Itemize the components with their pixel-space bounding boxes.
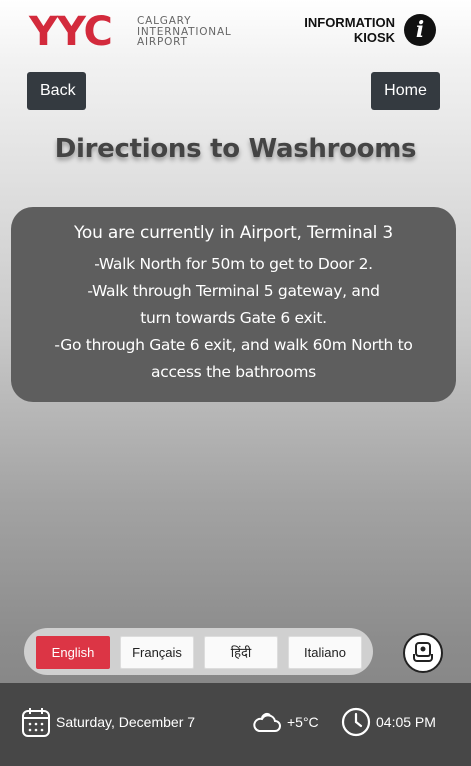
- direction-step-2: -Walk through Terminal 5 gateway, and tu…: [87, 282, 380, 327]
- directions-steps: -Walk North for 50m to get to Door 2. -W…: [11, 251, 456, 386]
- language-italian-button[interactable]: Italiano: [288, 636, 362, 669]
- time-text: 04:05 PM: [376, 714, 436, 730]
- footer-time: 04:05 PM: [341, 705, 436, 739]
- page-title: Directions to Washrooms: [54, 134, 417, 164]
- kiosk-label: INFORMATION KIOSK: [304, 15, 395, 45]
- language-hindi-button[interactable]: हिंदी: [204, 636, 278, 669]
- calendar-icon: [22, 708, 50, 737]
- clock-icon: [341, 707, 371, 737]
- footer-date: Saturday, December 7: [21, 705, 195, 739]
- home-button[interactable]: Home: [371, 72, 440, 110]
- airport-logo-name: CALGARY INTERNATIONAL AIRPORT: [137, 16, 232, 48]
- language-french-button[interactable]: Français: [120, 636, 194, 669]
- footer-weather: +5°C: [250, 705, 319, 739]
- info-icon[interactable]: i: [404, 14, 436, 46]
- header: YYC CALGARY INTERNATIONAL AIRPORT INFORM…: [0, 0, 471, 62]
- kiosk-label-line-1: INFORMATION: [304, 15, 395, 30]
- cloudy-weather-icon: [253, 713, 281, 732]
- kiosk-label-line-2: KIOSK: [353, 30, 395, 45]
- temperature-text: +5°C: [287, 714, 319, 730]
- language-bar: English Français हिंदी Italiano: [24, 628, 373, 675]
- direction-step-1: -Walk North for 50m to get to Door 2.: [94, 255, 373, 273]
- airport-logo-code: YYC: [29, 9, 113, 55]
- directions-card: You are currently in Airport, Terminal 3…: [11, 207, 456, 402]
- accessibility-seat-icon: [413, 642, 433, 662]
- logo-line-1: CALGARY: [137, 15, 192, 27]
- current-location-text: You are currently in Airport, Terminal 3: [73, 223, 394, 243]
- footer: Saturday, December 7 +5°C 04:05 PM: [0, 683, 471, 766]
- logo-line-3: AIRPORT: [137, 36, 188, 48]
- language-english-button[interactable]: English: [36, 636, 110, 669]
- date-text: Saturday, December 7: [56, 714, 196, 730]
- direction-step-3: -Go through Gate 6 exit, and walk 60m No…: [54, 336, 413, 381]
- back-button[interactable]: Back: [27, 72, 86, 110]
- accessibility-button[interactable]: [403, 633, 443, 673]
